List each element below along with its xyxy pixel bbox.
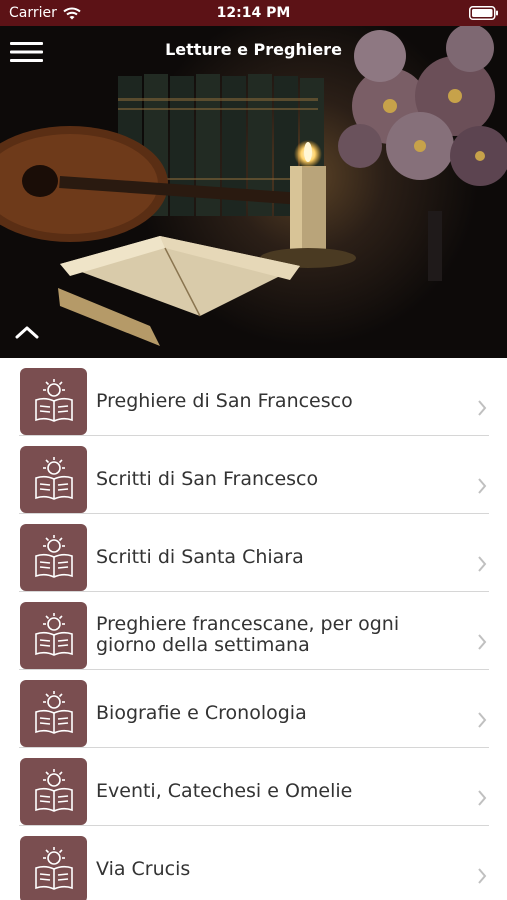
list-item-preghiere-francescane[interactable]: Preghiere francescane, per ogni giorno d…	[19, 592, 489, 670]
list-item-preghiere-san-francesco[interactable]: Preghiere di San Francesco	[19, 358, 489, 436]
page-title: Letture e Preghiere	[165, 40, 342, 59]
chevron-right-icon	[478, 478, 487, 494]
list-item-label: Scritti di Santa Chiara	[96, 545, 304, 568]
list-item-label: Eventi, Catechesi e Omelie	[96, 779, 353, 802]
open-book-sun-icon	[35, 769, 73, 812]
list-item-label: Preghiere di San Francesco	[96, 389, 353, 412]
status-time: 12:14 PM	[216, 5, 291, 21]
list-item-label: Preghiere francescane, per ogni giorno d…	[96, 613, 400, 656]
chevron-right-icon	[478, 400, 487, 416]
open-book-sun-icon	[35, 535, 73, 578]
row-thumbnail	[20, 758, 87, 825]
row-thumbnail	[20, 680, 87, 747]
header-image: Letture e Preghiere	[0, 26, 507, 358]
list-item-label: Biografie e Cronologia	[96, 701, 307, 724]
list-item-label: Scritti di San Francesco	[96, 467, 319, 490]
row-thumbnail	[20, 836, 87, 900]
list-item-label: Via Crucis	[96, 857, 191, 880]
list-item-via-crucis[interactable]: Via Crucis	[19, 826, 489, 900]
open-book-sun-icon	[35, 847, 73, 890]
row-thumbnail	[20, 446, 87, 513]
list-item-scritti-san-francesco[interactable]: Scritti di San Francesco	[19, 436, 489, 514]
open-book-sun-icon	[35, 691, 73, 734]
open-book-sun-icon	[35, 613, 73, 656]
status-bar: Carrier 12:14 PM	[0, 0, 507, 26]
open-book-sun-icon	[35, 379, 73, 422]
still-life-image	[0, 26, 507, 358]
row-thumbnail	[20, 524, 87, 591]
list-item-scritti-santa-chiara[interactable]: Scritti di Santa Chiara	[19, 514, 489, 592]
chevron-right-icon	[478, 634, 487, 650]
battery-icon	[469, 6, 498, 20]
chevron-right-icon	[478, 712, 487, 728]
chevron-right-icon	[478, 790, 487, 806]
list-item-eventi-catechesi-omelie[interactable]: Eventi, Catechesi e Omelie	[19, 748, 489, 826]
row-thumbnail	[20, 368, 87, 435]
open-book-sun-icon	[35, 457, 73, 500]
collapse-header-button[interactable]	[14, 322, 42, 342]
list-item-biografie-cronologia[interactable]: Biografie e Cronologia	[19, 670, 489, 748]
chevron-up-icon	[15, 326, 39, 339]
row-thumbnail	[20, 602, 87, 669]
chevron-right-icon	[478, 868, 487, 884]
chevron-right-icon	[478, 556, 487, 572]
